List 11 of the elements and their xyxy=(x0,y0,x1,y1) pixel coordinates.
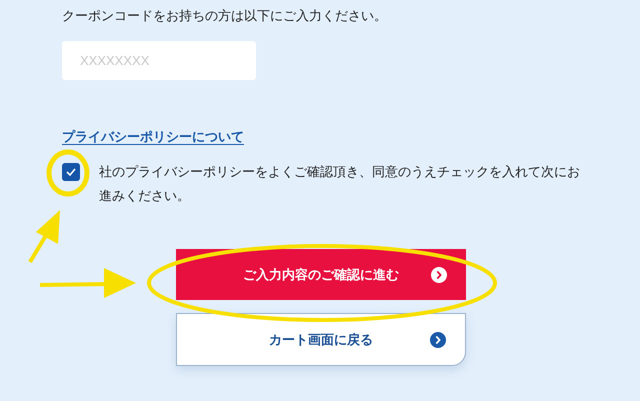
annotation-arrow xyxy=(28,210,60,264)
annotation-circle xyxy=(46,150,90,196)
proceed-button[interactable]: ご入力内容のご確認に進む xyxy=(176,249,466,300)
consent-checkbox[interactable] xyxy=(62,163,80,181)
chevron-circle-icon xyxy=(431,266,447,282)
chevron-circle-icon xyxy=(430,332,446,348)
coupon-instruction: クーポンコードをお持ちの方は以下にご入力ください。 xyxy=(62,7,387,25)
consent-text: 社のプライバシーポリシーをよくご確認頂き、同意のうえチェックを入れて次にお進みください。 xyxy=(98,163,581,205)
checkmark-icon xyxy=(66,168,76,176)
privacy-policy-link[interactable]: プライバシーポリシーについて xyxy=(62,128,244,146)
back-to-cart-button[interactable]: カート画面に戻る xyxy=(176,313,466,366)
